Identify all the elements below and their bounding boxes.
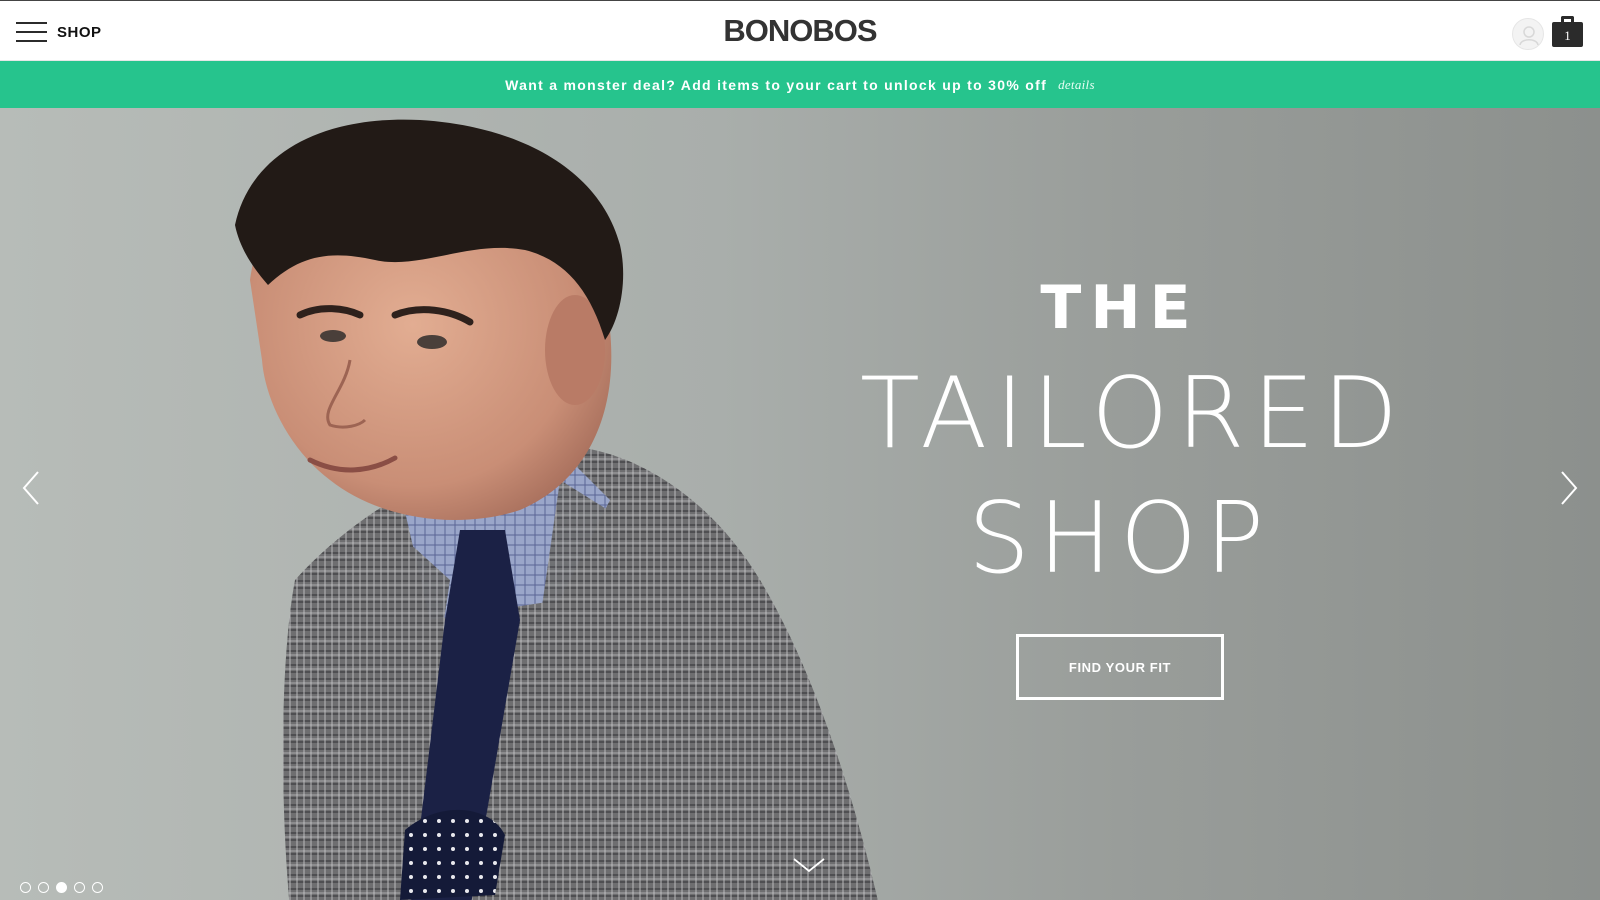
hero-title-line-1: TAILORED bbox=[860, 357, 1406, 471]
carousel-pagination bbox=[20, 882, 103, 893]
cart-count-badge: 1 bbox=[1552, 22, 1583, 47]
carousel-dot-5[interactable] bbox=[92, 882, 103, 893]
account-icon bbox=[1519, 26, 1539, 46]
promo-text: Want a monster deal? Add items to your c… bbox=[505, 76, 1048, 93]
shopping-bag-button[interactable]: 1 bbox=[1552, 16, 1583, 48]
chevron-down-icon[interactable] bbox=[792, 856, 826, 874]
bonobos-logo[interactable]: BONOBOS bbox=[0, 13, 1600, 49]
carousel-dot-2[interactable] bbox=[38, 882, 49, 893]
hero-title-line-2: SHOP bbox=[967, 482, 1273, 597]
promo-details-link[interactable]: details bbox=[1058, 77, 1095, 93]
carousel-dot-3[interactable] bbox=[56, 882, 67, 893]
promo-banner: Want a monster deal? Add items to your c… bbox=[0, 61, 1600, 108]
carousel-dot-1[interactable] bbox=[20, 882, 31, 893]
hero-heading: THE TAILORED SHOP bbox=[860, 273, 1406, 603]
hero-model-image bbox=[235, 119, 878, 900]
hero-carousel: THE TAILORED SHOP bbox=[0, 108, 1600, 900]
hero-title-small: THE bbox=[1040, 273, 1200, 343]
find-your-fit-button[interactable]: FIND YOUR FIT bbox=[1016, 634, 1224, 700]
carousel-dot-4[interactable] bbox=[74, 882, 85, 893]
chevron-left-icon[interactable] bbox=[18, 468, 46, 508]
site-header: SHOP BONOBOS 1 bbox=[0, 0, 1600, 61]
account-button[interactable] bbox=[1512, 18, 1544, 50]
chevron-right-icon[interactable] bbox=[1554, 468, 1582, 508]
